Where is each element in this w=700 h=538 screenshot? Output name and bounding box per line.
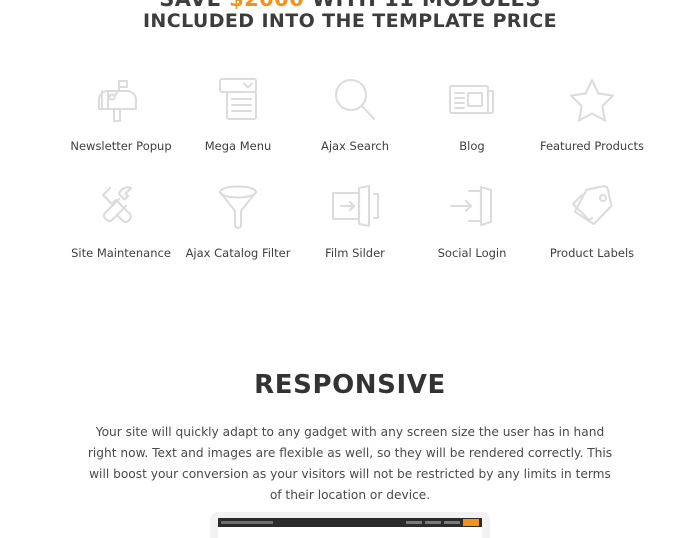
- headline-line-2: INCLUDED INTO THE TEMPLATE PRICE: [142, 10, 558, 32]
- site-preview-nav: [406, 519, 479, 526]
- module-label: Ajax Catalog Filter: [185, 246, 291, 260]
- module-item-blog[interactable]: Blog: [416, 70, 528, 155]
- module-item-social-login[interactable]: Social Login: [416, 177, 528, 262]
- module-label: Mega Menu: [204, 139, 272, 153]
- module-item-featured-products[interactable]: Featured Products: [536, 70, 648, 155]
- module-item-film-slider[interactable]: Film Silder: [299, 177, 411, 262]
- responsive-section: RESPONSIVE Your site will quickly adapt …: [0, 370, 700, 506]
- funnel-icon: [216, 177, 260, 235]
- module-item-ajax-catalog-filter[interactable]: Ajax Catalog Filter: [182, 177, 294, 262]
- site-preview-cart-button: [463, 519, 479, 526]
- modules-row-2: Site Maintenance Ajax Catalog Filter Fil…: [0, 177, 700, 262]
- modules-row-1: Newsletter Popup Mega Menu Ajax Search B…: [0, 70, 700, 155]
- module-label: Site Maintenance: [71, 246, 171, 260]
- login-door-icon: [447, 177, 497, 235]
- laptop-screen: [218, 518, 482, 538]
- responsive-title: RESPONSIVE: [254, 370, 446, 400]
- newspaper-icon: [447, 70, 497, 128]
- module-item-newsletter-popup[interactable]: Newsletter Popup: [65, 70, 177, 155]
- module-label: Featured Products: [539, 139, 645, 153]
- star-icon: [568, 70, 616, 128]
- site-preview-body: [218, 527, 482, 533]
- dropdown-menu-icon: [216, 70, 260, 128]
- module-item-mega-menu[interactable]: Mega Menu: [182, 70, 294, 155]
- module-label: Film Silder: [325, 246, 385, 260]
- device-mockup: [0, 512, 700, 538]
- tools-icon: [96, 177, 146, 235]
- module-label: Product Labels: [549, 246, 635, 260]
- mailbox-icon: [95, 70, 147, 128]
- site-preview-nav-item: [444, 521, 460, 524]
- slide-transition-icon: [329, 177, 381, 235]
- module-label: Ajax Search: [320, 139, 390, 153]
- magnifier-icon: [332, 70, 378, 128]
- module-label: Social Login: [437, 246, 507, 260]
- site-preview-nav-item: [406, 521, 422, 524]
- module-item-site-maintenance[interactable]: Site Maintenance: [65, 177, 177, 262]
- site-preview-logo-bar: [221, 521, 273, 524]
- site-preview-nav-item: [425, 521, 441, 524]
- module-item-product-labels[interactable]: Product Labels: [536, 177, 648, 262]
- responsive-paragraph: Your site will quickly adapt to any gadg…: [87, 425, 613, 502]
- laptop-frame: [210, 512, 490, 538]
- site-preview-topbar: [218, 518, 482, 527]
- module-label: Blog: [459, 139, 485, 153]
- module-label: Newsletter Popup: [70, 139, 172, 153]
- modules-grid: Newsletter Popup Mega Menu Ajax Search B…: [0, 70, 700, 262]
- module-item-ajax-search[interactable]: Ajax Search: [299, 70, 411, 155]
- price-tags-icon: [567, 177, 617, 235]
